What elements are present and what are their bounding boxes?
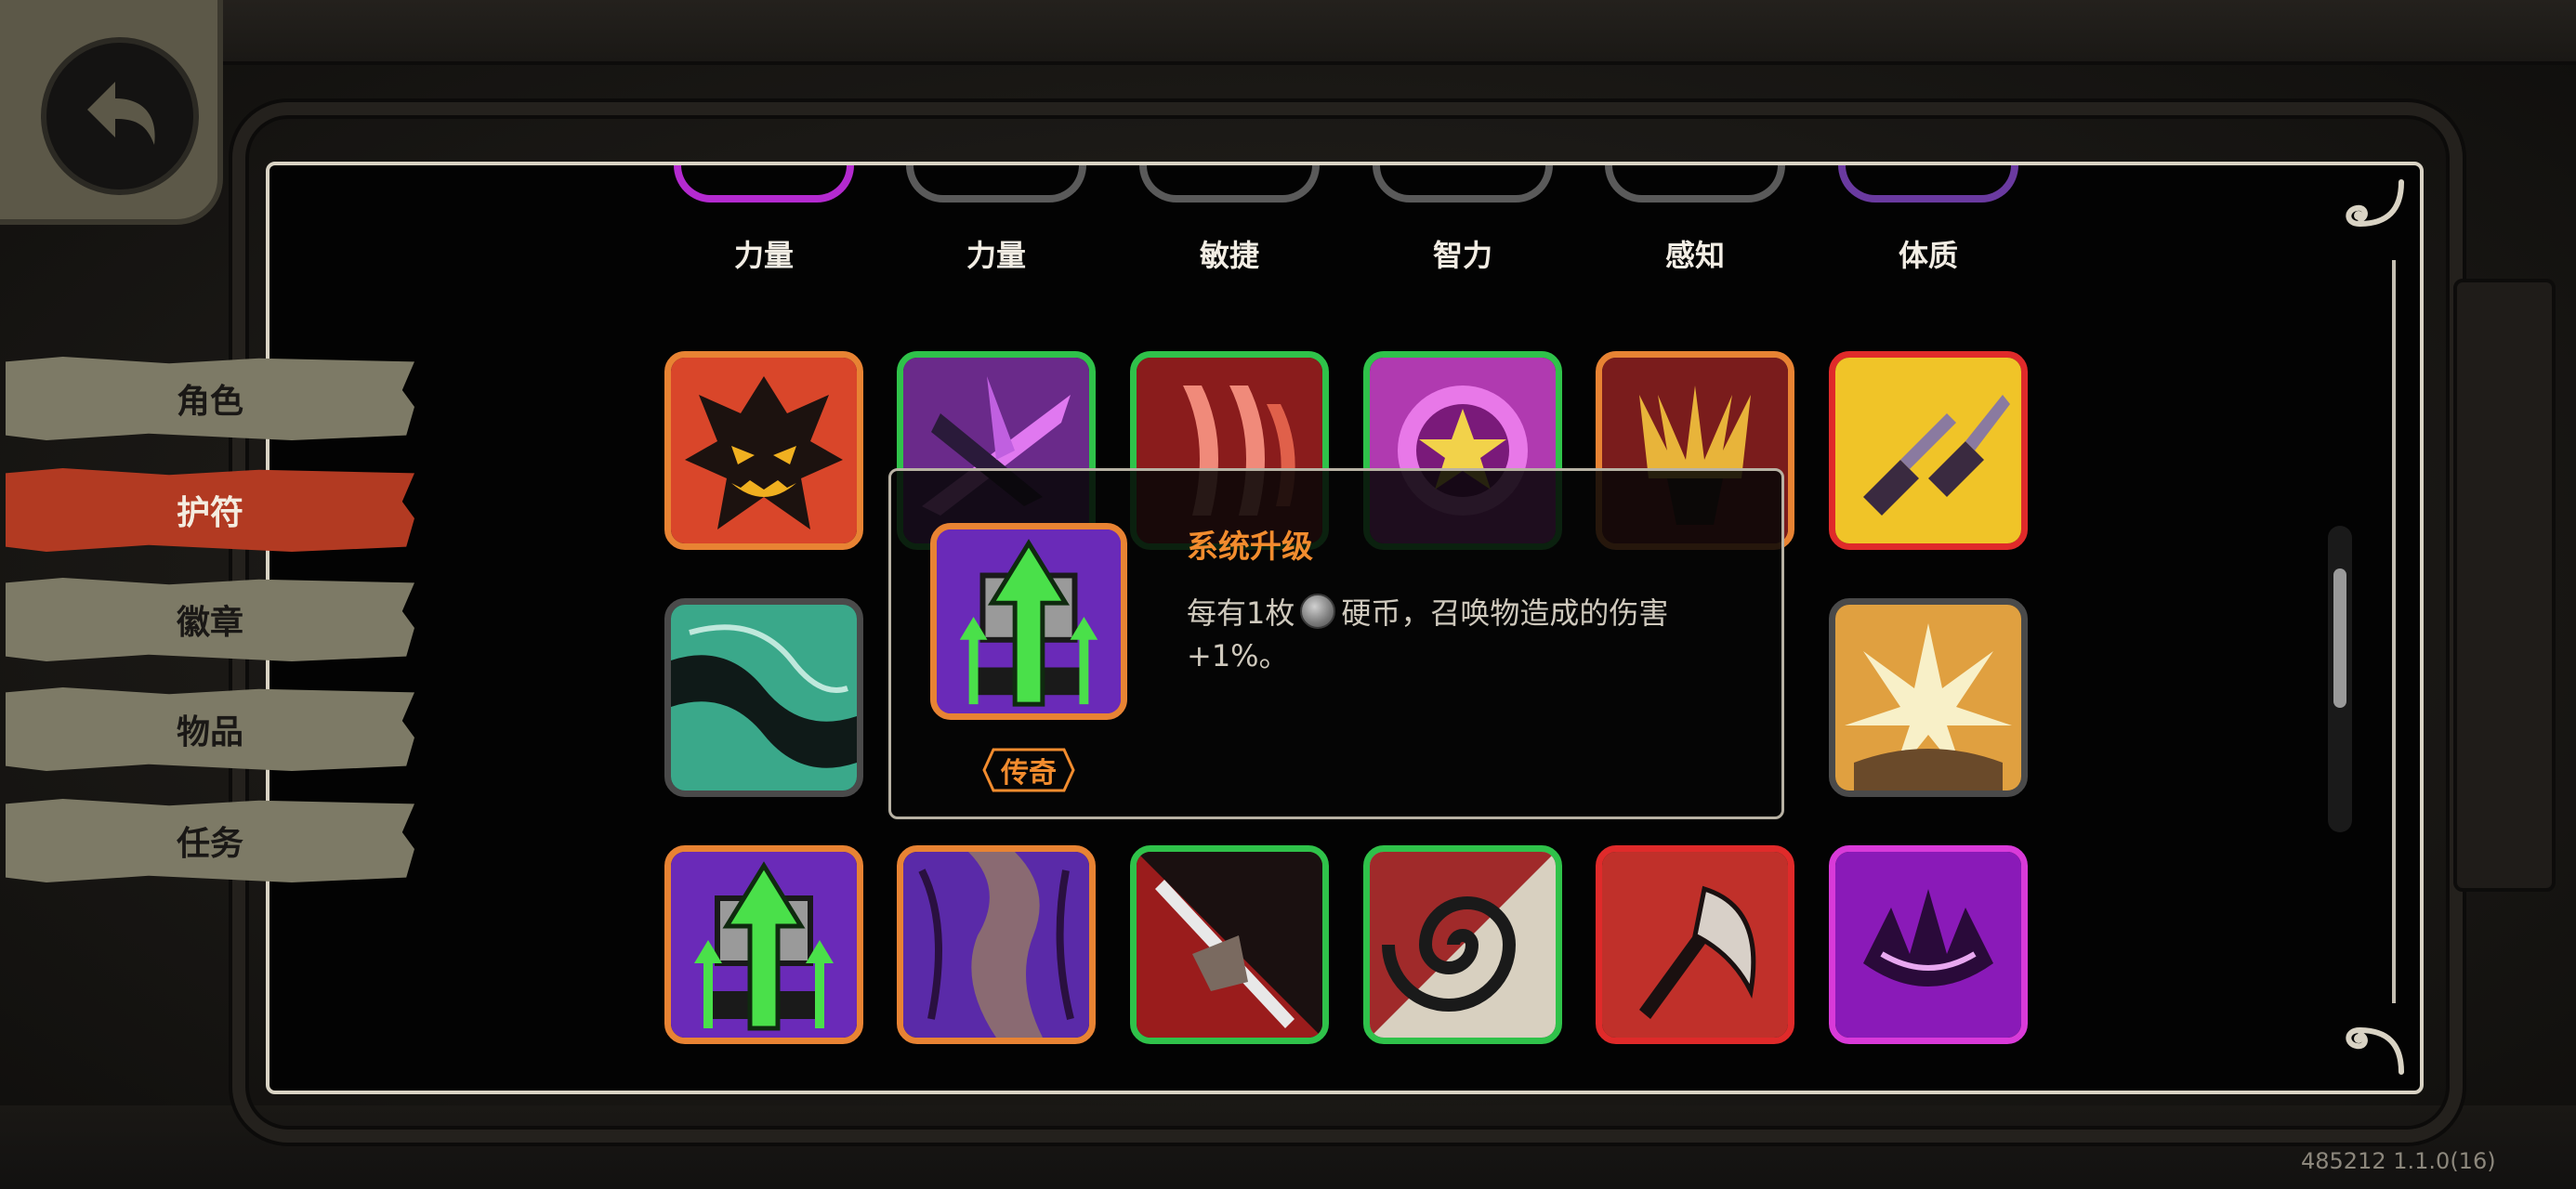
clipped-relic-icon — [1829, 165, 2028, 214]
clipped-relic-icon — [1596, 165, 1794, 214]
tab-label: 任务 — [176, 825, 243, 863]
back-arrow-icon — [87, 82, 155, 145]
teal-wave-icon — [671, 605, 857, 790]
tab-label: 物品 — [176, 713, 243, 751]
demon-face-icon — [671, 358, 857, 543]
relic-slot[interactable] — [664, 598, 863, 797]
tab-label: 角色 — [176, 383, 243, 421]
relic-slot[interactable] — [897, 845, 1096, 1044]
tab-badges[interactable]: 徽章 — [6, 578, 414, 661]
tab-label: 徽章 — [176, 604, 243, 642]
tab-amulets[interactable]: 护符 — [6, 468, 414, 552]
rarity-label: 传奇 — [1001, 757, 1057, 790]
tab-character[interactable]: 角色 — [6, 357, 414, 440]
version-label: 485212 1.1.0(16) — [2301, 1148, 2496, 1174]
relic-slot[interactable] — [1363, 845, 1562, 1044]
coin-icon — [1300, 594, 1336, 629]
relic-slot[interactable] — [664, 845, 863, 1044]
battle-axe-icon — [1602, 852, 1788, 1038]
clipped-relic-icon — [1363, 165, 1562, 214]
system-upgrade-icon — [937, 529, 1121, 713]
stat-label: 体质 — [1898, 238, 1958, 273]
frame-top-band — [223, 0, 2576, 65]
rarity-badge: 传奇 — [980, 746, 1077, 794]
tooltip-relic-icon — [930, 523, 1127, 720]
tab-label: 护符 — [176, 494, 243, 532]
spiral-vortex-icon — [1370, 852, 1556, 1038]
scrollbar-thumb[interactable] — [2333, 568, 2346, 708]
corner-ornament-icon — [2336, 173, 2411, 247]
golden-burst-icon — [1835, 605, 2021, 790]
dark-crown-icon — [1835, 852, 2021, 1038]
description-text: 每有1枚 — [1187, 595, 1295, 631]
tooltip-description: 每有1枚 硬币，召唤物造成的伤害+1%。 — [1187, 592, 1744, 677]
spear-strike-icon — [1137, 852, 1322, 1038]
system-upgrade-icon — [671, 852, 857, 1038]
tooltip-title: 系统升级 — [1187, 529, 1313, 566]
panel-rail — [2392, 260, 2396, 1003]
relic-slot[interactable] — [1829, 845, 2028, 1044]
relic-slot[interactable] — [664, 351, 863, 550]
purple-rift-icon — [903, 852, 1089, 1038]
right-bracket — [2453, 279, 2556, 892]
clipped-relic-icon — [897, 165, 1096, 214]
stat-label: 敏捷 — [1199, 238, 1259, 273]
stat-label: 感知 — [1664, 238, 1725, 273]
twin-blades-icon — [1835, 358, 2021, 543]
relic-slot[interactable] — [1130, 845, 1329, 1044]
relic-slot[interactable] — [1596, 845, 1794, 1044]
tab-items[interactable]: 物品 — [6, 687, 414, 771]
clipped-relic-icon — [1130, 165, 1329, 214]
relic-tooltip: 传奇 系统升级 每有1枚 硬币，召唤物造成的伤害+1%。 — [888, 468, 1784, 819]
stat-label: 力量 — [733, 238, 794, 273]
back-button[interactable] — [41, 37, 199, 195]
stat-label: 力量 — [966, 238, 1026, 273]
tab-quests[interactable]: 任务 — [6, 799, 414, 882]
clipped-relic-icon — [664, 165, 863, 214]
relic-slot[interactable] — [1829, 598, 2028, 797]
stat-label: 智力 — [1432, 238, 1492, 273]
relic-slot[interactable] — [1829, 351, 2028, 550]
corner-ornament-icon — [2336, 1007, 2411, 1081]
